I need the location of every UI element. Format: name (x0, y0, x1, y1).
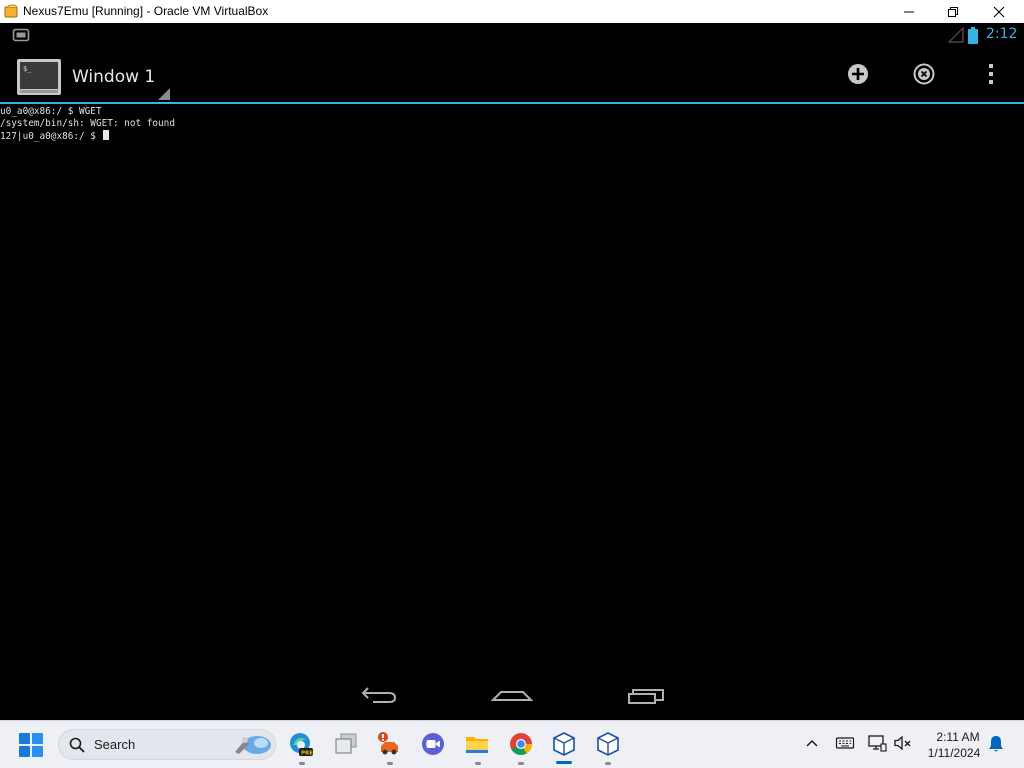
close-icon (993, 6, 1005, 17)
close-window-icon[interactable] (912, 62, 936, 86)
android-nav-bar (0, 672, 1024, 720)
terminal-action-bar: $_ Window 1 (0, 48, 1024, 102)
task-view-icon[interactable] (333, 731, 359, 757)
terminal-line: u0_a0@x86:/ $ WGET (0, 106, 102, 117)
overflow-menu-icon[interactable] (979, 62, 1003, 86)
minimize-button[interactable] (886, 0, 932, 23)
virtualbox-icon-2[interactable] (595, 731, 621, 757)
terminal-cursor (102, 130, 109, 140)
chevron-up-icon[interactable] (802, 733, 822, 753)
taskbar-date[interactable]: 1/11/2024 (920, 746, 988, 760)
svg-text:PRE: PRE (301, 751, 313, 757)
chrome-icon[interactable] (508, 731, 534, 757)
window-title: Nexus7Emu [Running] - Oracle VM VirtualB… (23, 4, 269, 18)
signal-icon (948, 27, 964, 43)
teams-alert-icon[interactable] (376, 731, 402, 757)
spinner-indicator-icon (158, 88, 170, 100)
action-bar-divider (0, 102, 1024, 104)
running-indicator (518, 762, 524, 765)
search-highlight-icon (235, 736, 271, 754)
terminal-output[interactable]: u0_a0@x86:/ $ WGET /system/bin/sh: WGET:… (0, 106, 1024, 671)
battery-icon (968, 27, 978, 44)
android-status-bar: 2:12 (0, 23, 1024, 48)
restore-icon (948, 6, 958, 17)
restore-button[interactable] (930, 0, 976, 23)
terminal-app-icon[interactable]: $_ (16, 58, 62, 96)
keyboard-icon[interactable] (835, 733, 855, 753)
start-icon[interactable] (19, 733, 43, 757)
search-label: Search (94, 737, 136, 752)
virtualbox-title-bar: Nexus7Emu [Running] - Oracle VM VirtualB… (0, 0, 1024, 23)
android-clock: 2:12 (986, 26, 1018, 42)
taskbar-search[interactable]: Search (58, 729, 276, 760)
window-selector[interactable]: Window 1 (72, 67, 155, 87)
taskbar-time[interactable]: 2:11 AM (928, 730, 988, 744)
running-indicator (475, 762, 481, 765)
edge-beta-icon[interactable]: PRE (288, 731, 314, 757)
file-explorer-icon[interactable] (464, 731, 490, 757)
terminal-prompt: 127|u0_a0@x86:/ $ (0, 131, 102, 142)
network-icon[interactable] (867, 733, 887, 753)
search-icon (69, 737, 85, 753)
volume-muted-icon[interactable] (893, 733, 913, 753)
recents-icon[interactable] (622, 680, 670, 708)
home-icon[interactable] (488, 680, 536, 708)
minimize-icon (904, 11, 914, 12)
virtualbox-icon[interactable] (551, 731, 577, 757)
back-icon[interactable] (355, 680, 403, 708)
running-indicator (387, 762, 393, 765)
terminal-prompt-line: 127|u0_a0@x86:/ $ (0, 130, 1024, 142)
notification-icon (12, 28, 30, 42)
active-app-indicator (556, 761, 572, 764)
close-button[interactable] (976, 0, 1022, 23)
add-window-icon[interactable] (846, 62, 870, 86)
running-indicator (299, 762, 305, 765)
terminal-line: /system/bin/sh: WGET: not found (0, 118, 175, 129)
zoom-icon[interactable] (420, 731, 446, 757)
svg-text:$_: $_ (23, 65, 32, 73)
virtualbox-window-icon (4, 4, 18, 18)
notification-bell-icon[interactable] (986, 734, 1006, 754)
running-indicator (605, 762, 611, 765)
windows-taskbar: Search PRE 2:11 AM 1/11/2024 (0, 720, 1024, 768)
